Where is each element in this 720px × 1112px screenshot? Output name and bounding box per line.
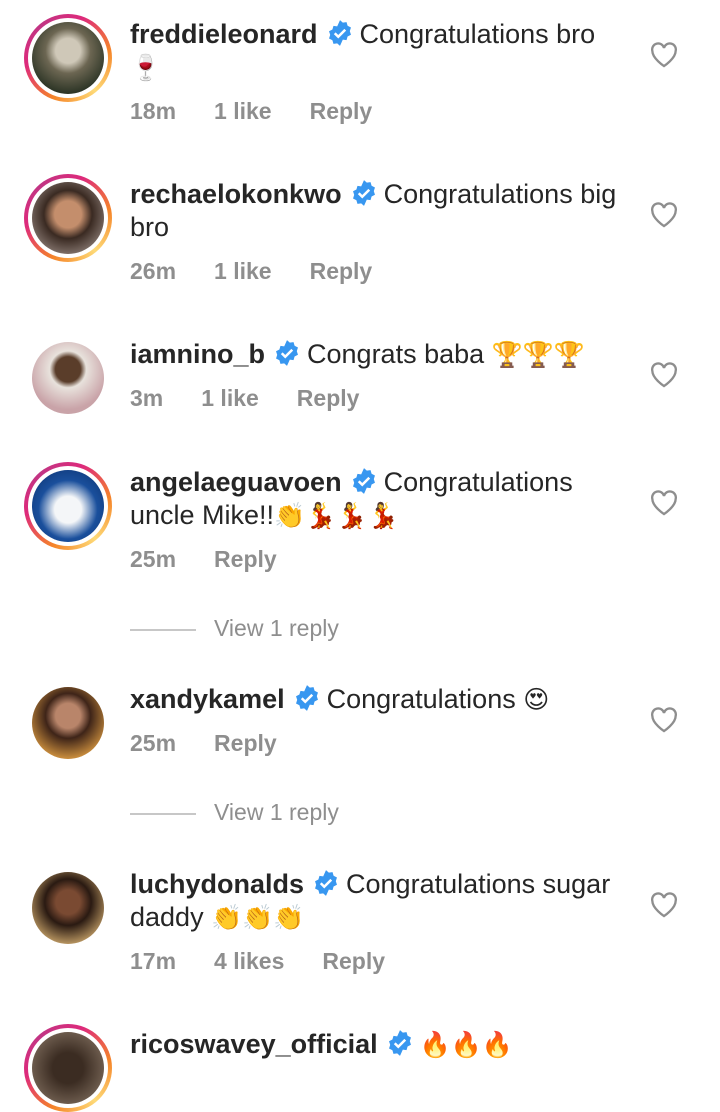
heart-icon[interactable] — [650, 490, 678, 516]
reply-button[interactable]: Reply — [310, 258, 373, 284]
comment-emoji: 🏆🏆🏆 — [491, 340, 586, 369]
comment-username[interactable]: freddieleonard — [130, 19, 318, 49]
view-replies-label: View 1 reply — [214, 615, 339, 641]
avatar[interactable] — [32, 687, 104, 759]
comment-username[interactable]: iamnino_b — [130, 339, 265, 369]
comment-emoji: 🍷 — [130, 53, 162, 82]
comment-time: 18m — [130, 98, 177, 124]
reply-divider — [130, 812, 196, 815]
comment-likes[interactable]: 1 like — [201, 385, 259, 411]
reply-button[interactable]: Reply — [310, 98, 373, 124]
comment-emoji: 😍 — [523, 685, 550, 714]
heart-icon[interactable] — [650, 362, 678, 388]
comment-text: Congratulations — [326, 684, 516, 714]
comment-likes[interactable]: 4 likes — [214, 948, 284, 974]
comment-text-cont: daddy — [130, 902, 204, 932]
heart-icon[interactable] — [650, 707, 678, 733]
heart-icon[interactable] — [650, 202, 678, 228]
comment-text: Congratulations big — [383, 179, 617, 209]
comment-emoji: 🔥🔥🔥 — [419, 1030, 514, 1059]
comment-emoji: 👏💃💃💃 — [274, 501, 399, 530]
view-replies-button[interactable]: View 1 reply — [130, 615, 339, 642]
comment-time: 3m — [130, 385, 164, 411]
avatar[interactable] — [32, 342, 104, 414]
reply-button[interactable]: Reply — [297, 385, 360, 411]
comment-username[interactable]: angelaeguavoen — [130, 467, 342, 497]
comment-username[interactable]: luchydonalds — [130, 869, 304, 899]
reply-divider — [130, 628, 196, 631]
comment-time: 25m — [130, 546, 177, 572]
view-replies-button[interactable]: View 1 reply — [130, 799, 339, 826]
verified-badge-icon — [352, 180, 375, 206]
comment-username[interactable]: xandykamel — [130, 684, 285, 714]
avatar[interactable] — [32, 872, 104, 944]
heart-icon[interactable] — [650, 892, 678, 918]
comment-text: Congratulations sugar — [346, 869, 611, 899]
comment-time: 25m — [130, 730, 177, 756]
verified-badge-icon — [352, 468, 375, 494]
comment-text-cont: bro — [130, 212, 170, 242]
avatar[interactable] — [24, 174, 112, 262]
verified-badge-icon — [276, 340, 298, 366]
avatar[interactable] — [24, 462, 112, 550]
comment-time: 17m — [130, 948, 177, 974]
comment-time: 26m — [130, 258, 177, 284]
comment-username[interactable]: ricoswavey_official — [130, 1029, 378, 1059]
comment-username[interactable]: rechaelokonkwo — [130, 179, 342, 209]
comment-text-cont: uncle Mike!! — [130, 500, 275, 530]
verified-badge-icon — [315, 870, 337, 896]
comment-emoji: 👏👏👏 — [211, 903, 305, 932]
reply-button[interactable]: Reply — [322, 948, 385, 974]
avatar[interactable] — [24, 1024, 112, 1112]
comment-text: Congratulations — [383, 467, 573, 497]
view-replies-label: View 1 reply — [214, 799, 339, 825]
reply-button[interactable]: Reply — [214, 730, 277, 756]
reply-button[interactable]: Reply — [214, 546, 277, 572]
avatar[interactable] — [24, 14, 112, 102]
comment-likes[interactable]: 1 like — [214, 98, 272, 124]
comment-text: Congratulations bro — [359, 19, 596, 49]
verified-badge-icon — [295, 685, 318, 711]
heart-icon[interactable] — [650, 42, 678, 68]
comment-likes[interactable]: 1 like — [214, 258, 272, 284]
comment-text: Congrats baba — [307, 339, 485, 369]
verified-badge-icon — [328, 20, 351, 46]
